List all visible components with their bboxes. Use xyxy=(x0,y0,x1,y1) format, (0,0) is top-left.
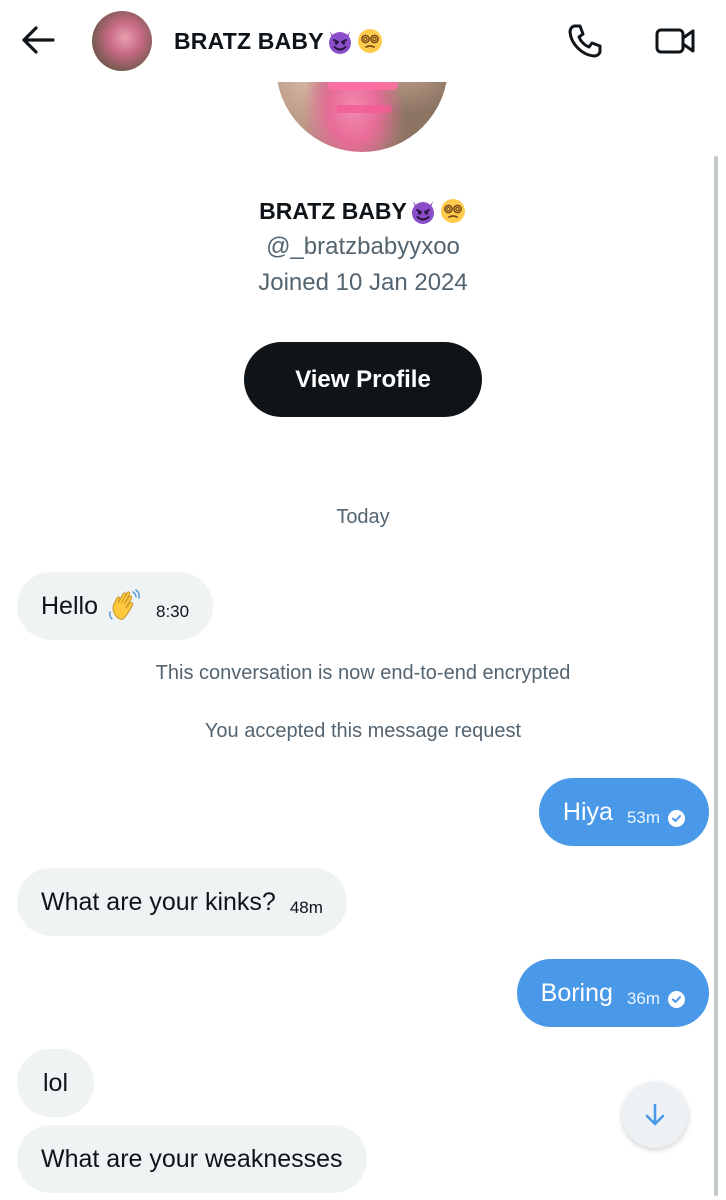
message-bubble-incoming[interactable]: lol xyxy=(17,1049,95,1117)
message-text: Hello xyxy=(41,591,98,620)
message-time: 8:30 xyxy=(155,602,190,621)
encryption-notice: This conversation is now end-to-end encr… xyxy=(155,662,571,684)
day-separator: Today xyxy=(336,506,390,528)
message-text: Boring xyxy=(540,978,613,1007)
dizzy-face-emoji xyxy=(357,29,382,53)
profile-handle: @_bratzbabyyxoo xyxy=(266,233,460,260)
profile-name: BRATZ BABY xyxy=(0,197,726,225)
arrow-left-icon xyxy=(22,26,55,54)
scroll-to-bottom-button[interactable] xyxy=(622,1082,688,1148)
call-button[interactable] xyxy=(562,20,608,62)
message-bubble-outgoing[interactable]: Hiya 53m xyxy=(538,778,709,846)
scrollbar[interactable] xyxy=(714,156,718,1196)
message-time: 53m xyxy=(626,808,660,827)
sent-check-icon xyxy=(668,809,685,827)
message-bubble-incoming[interactable]: What are your kinks? 48m xyxy=(17,868,347,936)
back-button[interactable] xyxy=(18,20,58,60)
dizzy-face-emoji xyxy=(440,199,465,223)
avatar[interactable] xyxy=(92,11,152,71)
video-camera-icon xyxy=(655,28,695,54)
sent-check-icon xyxy=(668,990,685,1008)
message-bubble-outgoing[interactable]: Boring 36m xyxy=(516,959,709,1027)
message-time: 48m xyxy=(289,898,323,917)
message-text: lol xyxy=(43,1068,69,1097)
message-text: Hiya xyxy=(562,797,613,826)
phone-icon xyxy=(568,24,602,58)
profile-name-text: BRATZ BABY xyxy=(259,197,407,224)
arrow-down-icon xyxy=(645,1103,665,1126)
request-accepted-notice: You accepted this message request xyxy=(204,720,522,742)
message-text: What are your kinks? xyxy=(41,887,276,916)
message-bubble-incoming[interactable]: Hello 8:30 xyxy=(17,572,214,640)
smiling-imp-emoji xyxy=(328,31,351,54)
profile-joined-date: Joined 10 Jan 2024 xyxy=(258,269,468,296)
smiling-imp-emoji xyxy=(411,201,434,224)
message-time: 36m xyxy=(626,989,660,1008)
video-call-button[interactable] xyxy=(650,20,700,62)
header-name-text: BRATZ BABY xyxy=(174,27,324,54)
profile-picture-detail xyxy=(336,105,392,113)
waving-hand-emoji xyxy=(108,589,140,620)
message-bubble-incoming[interactable]: What are your weaknesses xyxy=(17,1125,367,1193)
message-text: What are your weaknesses xyxy=(41,1144,343,1173)
conversation-header: BRATZ BABY xyxy=(0,0,726,82)
header-title[interactable]: BRATZ BABY xyxy=(174,27,384,55)
view-profile-button[interactable]: View Profile xyxy=(244,342,482,417)
